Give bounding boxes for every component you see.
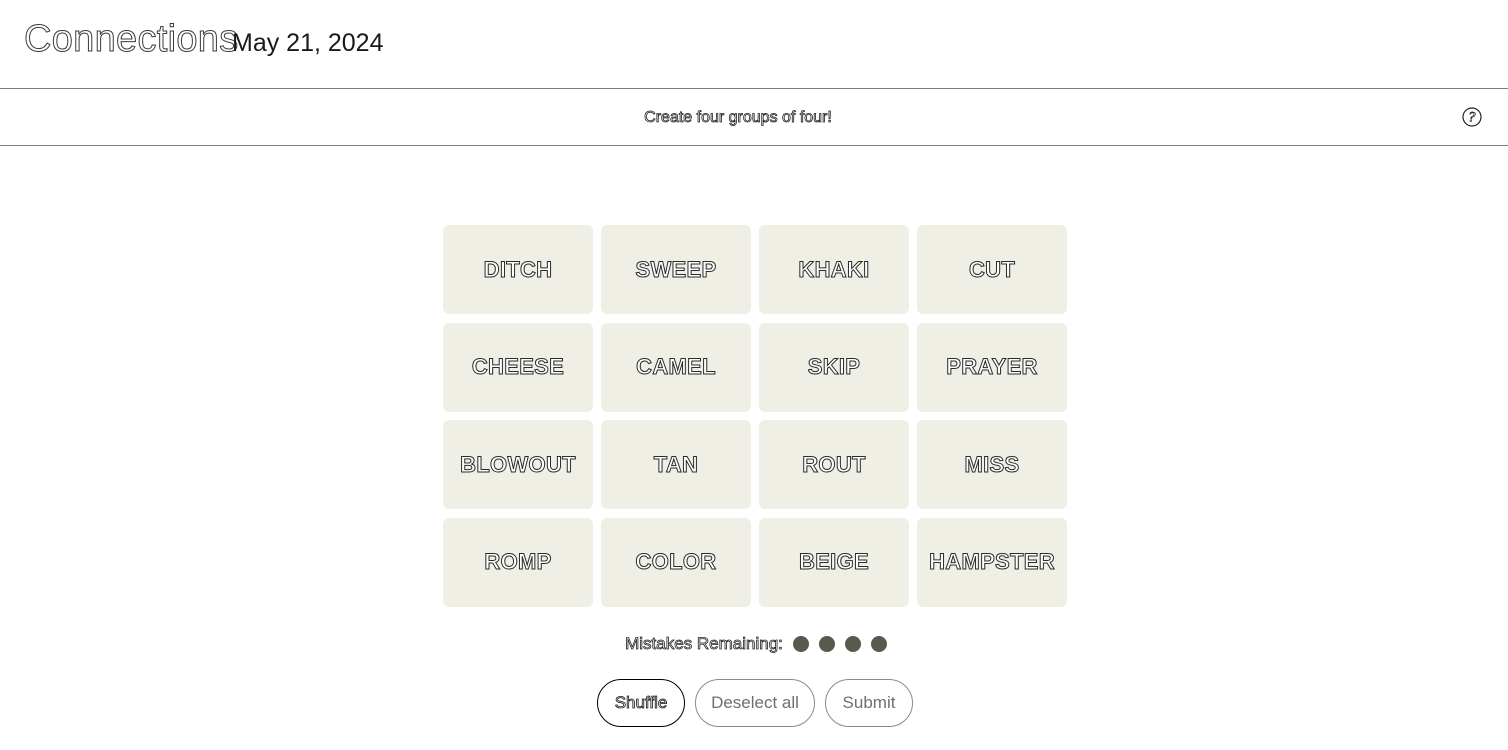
svg-text:?: ?: [1469, 111, 1477, 126]
header: Connections May 21, 2024: [0, 0, 1508, 89]
deselect-all-button[interactable]: Deselect all: [695, 679, 815, 727]
action-buttons: Shuffle Deselect all Submit: [0, 679, 1508, 727]
word-tile[interactable]: SKIP: [759, 322, 909, 412]
word-tile[interactable]: HAMPSTER: [917, 517, 1067, 607]
mistakes-label: Mistakes Remaining:: [625, 634, 784, 654]
mistake-dot: [792, 636, 809, 652]
word-board: DITCH SWEEP KHAKI CUT CHEESE CAMEL SKIP …: [443, 225, 1067, 607]
word-tile[interactable]: BEIGE: [759, 517, 909, 607]
word-tile[interactable]: DITCH: [443, 225, 593, 314]
word-tile[interactable]: BLOWOUT: [443, 420, 593, 509]
instructions-text: Create four groups of four!: [644, 109, 832, 127]
word-tile[interactable]: COLOR: [601, 517, 751, 607]
submit-button[interactable]: Submit: [825, 679, 913, 727]
word-tile[interactable]: SWEEP: [601, 225, 751, 314]
word-tile[interactable]: ROMP: [443, 517, 593, 607]
word-tile[interactable]: ROUT: [759, 420, 909, 509]
word-tile[interactable]: PRAYER: [917, 322, 1067, 412]
mistake-dot: [844, 636, 861, 652]
mistake-dots: [792, 636, 887, 652]
help-circle-icon[interactable]: ?: [1462, 107, 1482, 127]
mistake-dot: [818, 636, 835, 652]
word-tile[interactable]: TAN: [601, 420, 751, 509]
word-tile[interactable]: CUT: [917, 225, 1067, 314]
mistakes-remaining: Mistakes Remaining:: [0, 633, 1508, 655]
puzzle-date: May 21, 2024: [232, 29, 384, 57]
word-tile[interactable]: MISS: [917, 420, 1067, 509]
mistake-dot: [870, 636, 887, 652]
instructions-bar: Create four groups of four! ?: [0, 89, 1508, 146]
word-tile[interactable]: CAMEL: [601, 322, 751, 412]
app-title: Connections: [24, 18, 239, 61]
word-tile[interactable]: CHEESE: [443, 322, 593, 412]
shuffle-button[interactable]: Shuffle: [597, 679, 685, 727]
word-tile[interactable]: KHAKI: [759, 225, 909, 314]
